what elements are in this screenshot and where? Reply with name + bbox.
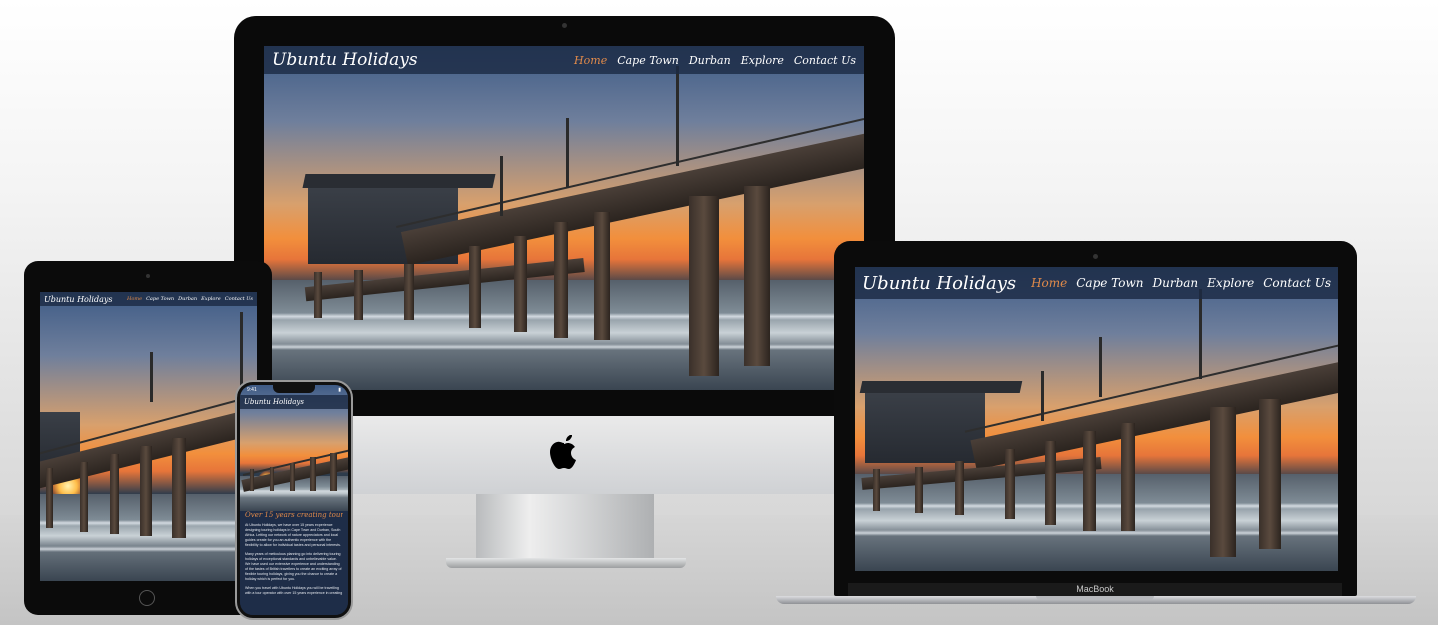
hero-image (264, 46, 864, 390)
site-brand-logo[interactable]: Ubuntu Holidays (44, 295, 113, 304)
site-brand-logo[interactable]: Ubuntu Holidays (862, 273, 1016, 294)
nav-link-durban[interactable]: Durban (1152, 276, 1198, 290)
intro-paragraph: When you travel with Ubuntu Holidays you… (245, 586, 343, 595)
imac-stand-foot (446, 558, 686, 568)
nav-link-cape-town[interactable]: Cape Town (1076, 276, 1143, 290)
phone-content: Over 15 years creating touring holidays … (240, 511, 348, 615)
ipad-home-button[interactable] (139, 590, 155, 606)
macbook-website: Ubuntu Holidays Home Cape Town Durban Ex… (855, 267, 1338, 571)
nav-link-home[interactable]: Home (1031, 276, 1067, 290)
hero-image (855, 267, 1338, 571)
nav-link-contact-us[interactable]: Contact Us (1263, 276, 1331, 290)
intro-heading: Over 15 years creating touring holidays (245, 511, 343, 519)
ipad-camera (146, 274, 150, 278)
iphone-website: 9:41 ▮ Ubuntu Holidays Over 15 years cre… (240, 385, 348, 615)
nav-link-explore[interactable]: Explore (201, 296, 221, 302)
iphone-notch (273, 385, 315, 393)
nav-link-cape-town[interactable]: Cape Town (146, 296, 174, 302)
apple-logo-icon (550, 435, 576, 469)
nav-link-explore[interactable]: Explore (741, 54, 784, 67)
macbook-opening-notch (1036, 596, 1154, 600)
site-nav-menu: Home Cape Town Durban Explore Contact Us (1031, 276, 1331, 290)
imac-stand-neck (476, 494, 654, 560)
nav-link-explore[interactable]: Explore (1207, 276, 1254, 290)
nav-link-durban[interactable]: Durban (689, 54, 731, 67)
site-navbar: Ubuntu Holidays Home Cape Town Durban Ex… (855, 267, 1338, 299)
ipad-website: Ubuntu Holidays Home Cape Town Durban Ex… (40, 292, 257, 581)
hero-image (40, 292, 257, 581)
macbook-camera (1093, 254, 1098, 259)
nav-link-contact-us[interactable]: Contact Us (225, 296, 253, 302)
site-navbar: Ubuntu Holidays Home Cape Town Durban Ex… (264, 46, 864, 74)
nav-link-home[interactable]: Home (127, 296, 142, 302)
site-nav-menu: Home Cape Town Durban Explore Contact Us (574, 54, 856, 67)
site-navbar: Ubuntu Holidays Home Cape Town Durban Ex… (40, 292, 257, 306)
site-nav-menu: Home Cape Town Durban Explore Contact Us (127, 296, 253, 302)
site-brand-logo[interactable]: Ubuntu Holidays (244, 398, 304, 406)
imac-camera (562, 23, 567, 28)
nav-link-contact-us[interactable]: Contact Us (794, 54, 856, 67)
macbook-label: MacBook (1076, 584, 1114, 594)
imac-website: Ubuntu Holidays Home Cape Town Durban Ex… (264, 46, 864, 390)
status-time: 9:41 (247, 387, 257, 393)
site-brand-logo[interactable]: Ubuntu Holidays (272, 50, 418, 70)
site-navbar: Ubuntu Holidays (240, 395, 348, 409)
nav-link-cape-town[interactable]: Cape Town (617, 54, 679, 67)
nav-link-durban[interactable]: Durban (178, 296, 197, 302)
intro-paragraph: At Ubuntu Holidays, we have over 15 year… (245, 523, 341, 547)
battery-icon: ▮ (338, 387, 341, 393)
intro-paragraph: Many years of meticulous planning go int… (245, 552, 342, 581)
nav-link-home[interactable]: Home (574, 54, 607, 67)
